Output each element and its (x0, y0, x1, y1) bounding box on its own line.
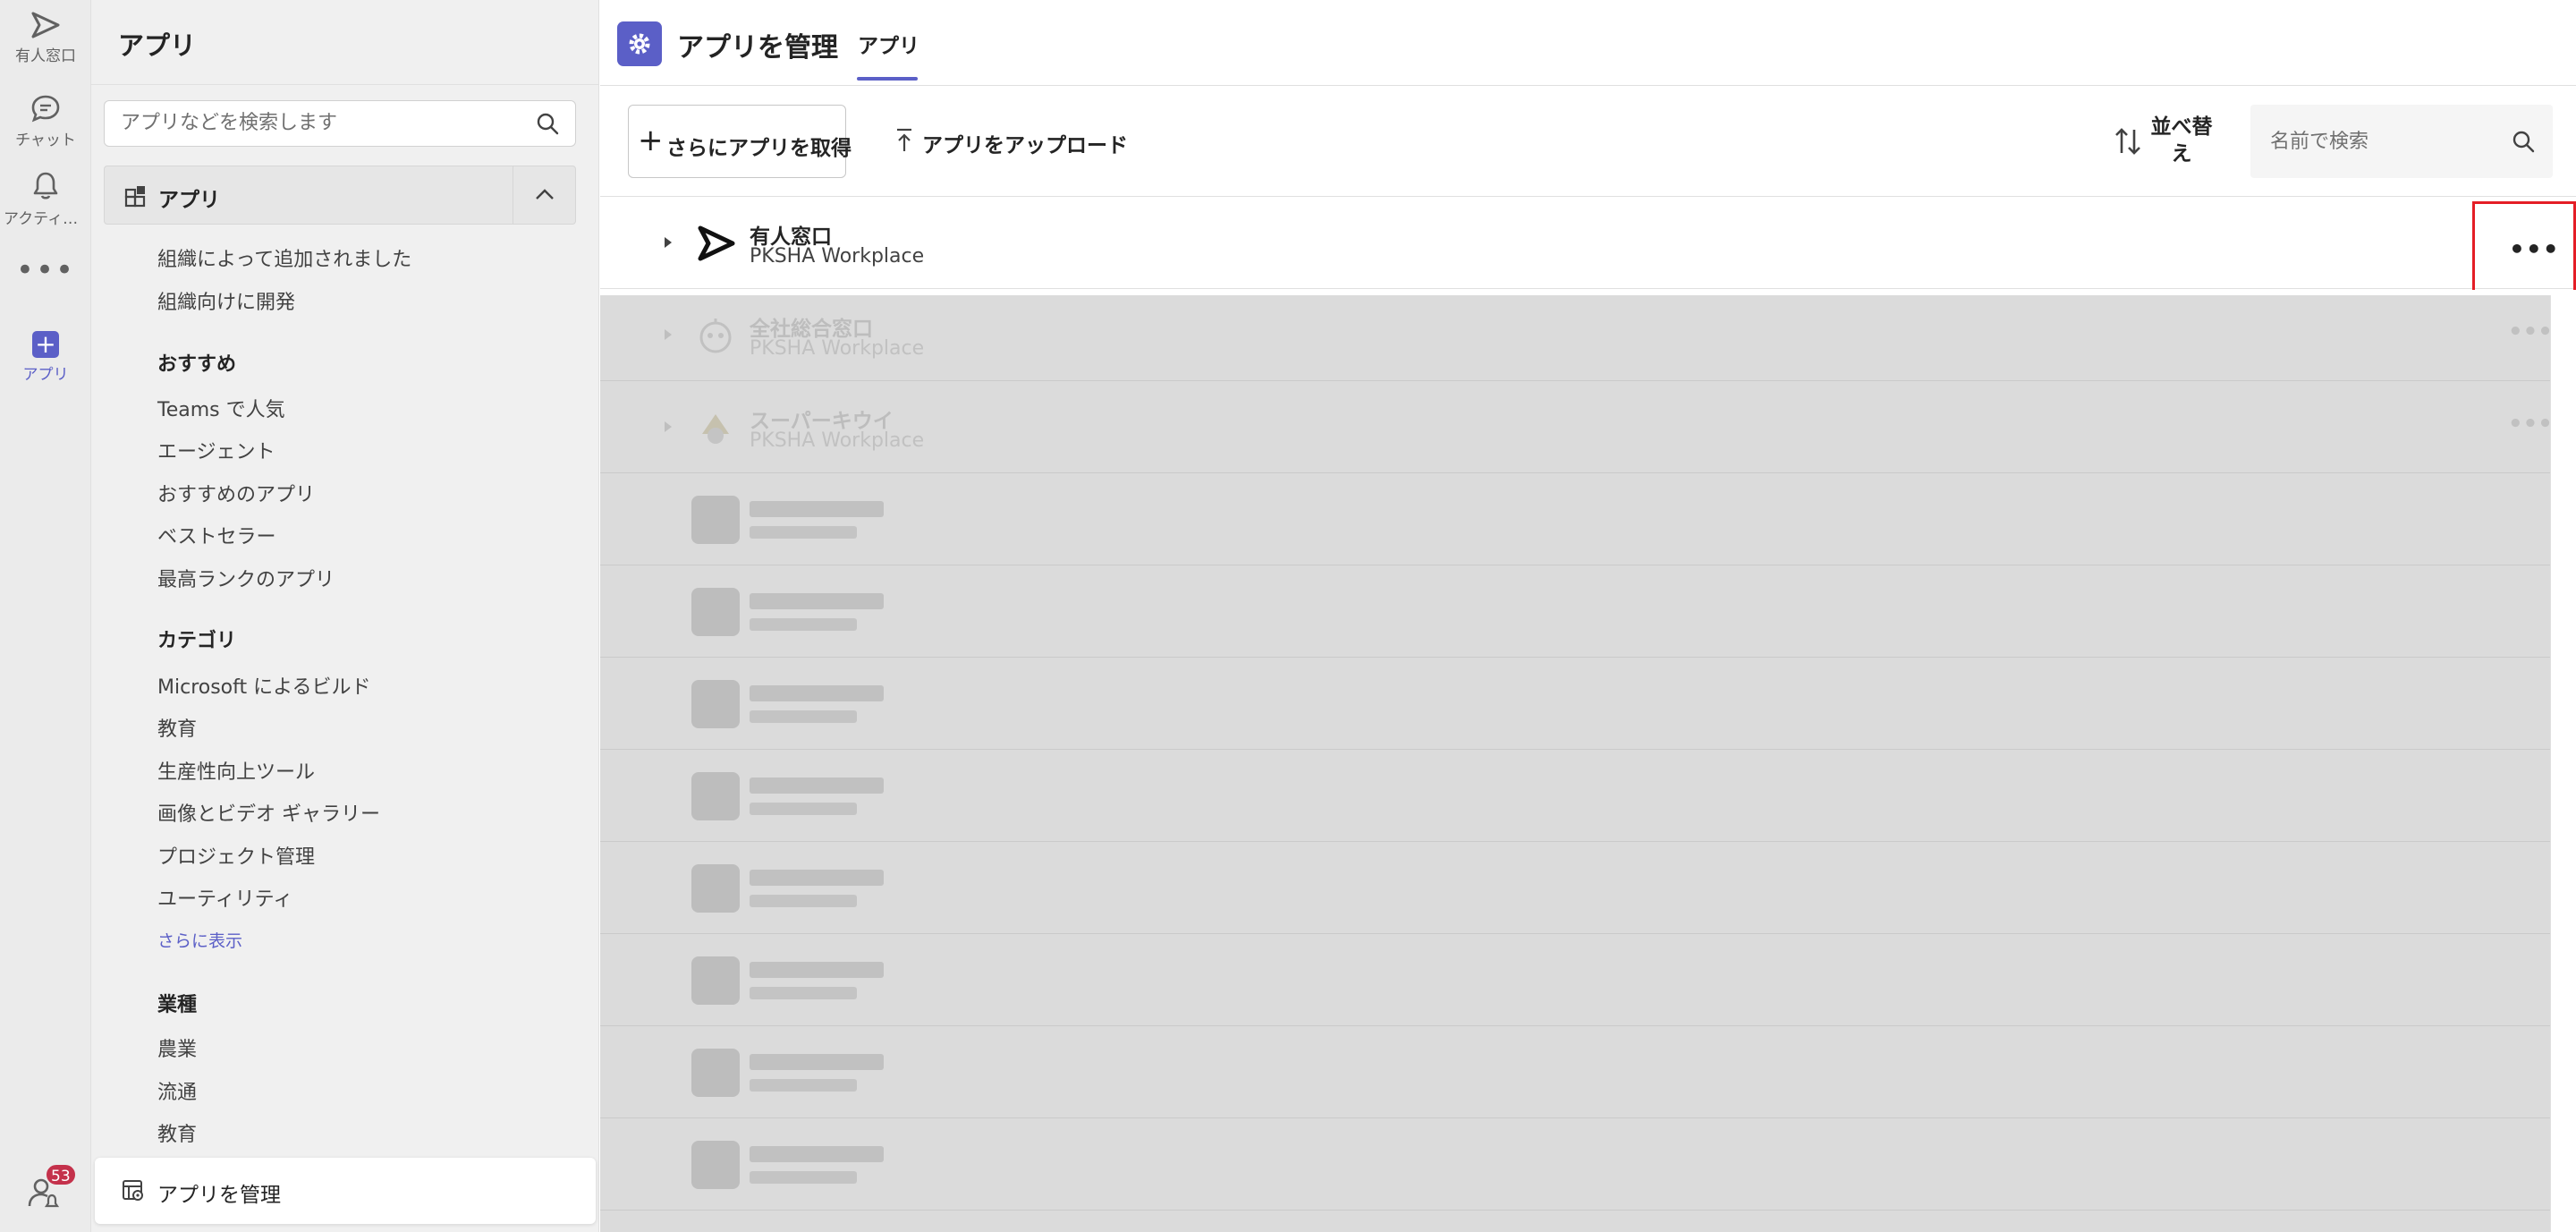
rail-item-yujin-madoguchi[interactable]: 有人窓口 (0, 11, 91, 65)
page-header: アプリを管理 アプリ (600, 0, 2576, 86)
sidebar-item-utilities[interactable]: ユーティリティ (157, 883, 292, 912)
sidebar-item-built-by-microsoft[interactable]: Microsoft によるビルド (157, 671, 370, 700)
rail-item-apps[interactable]: + アプリ (0, 331, 91, 384)
rail-item-label: 有人窓口 (15, 47, 76, 65)
sidebar-item-education-industry[interactable]: 教育 (157, 1118, 197, 1147)
chevron-up-icon (536, 189, 554, 200)
manage-apps-icon (123, 1180, 143, 1201)
sidebar-search[interactable] (104, 100, 576, 147)
rail-item-label: アクティビ… (4, 210, 91, 228)
sort-label-line1: 並べ替 (2150, 115, 2213, 139)
sidebar-item-distribution[interactable]: 流通 (157, 1076, 197, 1105)
sidebar-title: アプリ (118, 30, 197, 61)
sidebar-item-image-video[interactable]: 画像とビデオ ギャラリー (157, 798, 380, 827)
more-apps-icon[interactable]: ••• (0, 252, 91, 288)
apps-sidebar: アプリ アプリ 組織によって追加されました 組織向けに開発 おすすめ Teams… (91, 0, 599, 1232)
apps-section-header[interactable]: アプリ (104, 166, 576, 225)
sidebar-item-built-for-org[interactable]: 組織向けに開発 (157, 286, 295, 315)
featured-heading: おすすめ (157, 353, 237, 376)
notification-badge: 53 (45, 1163, 77, 1186)
send-icon (698, 225, 735, 261)
search-icon[interactable] (536, 112, 559, 135)
send-icon (31, 12, 60, 38)
bell-icon (33, 172, 58, 200)
page-title: アプリを管理 (677, 32, 838, 64)
search-icon[interactable] (2512, 130, 2535, 153)
section-label: アプリ (158, 189, 220, 212)
sidebar-item-education[interactable]: 教育 (157, 713, 197, 742)
name-search-input[interactable] (2250, 105, 2492, 178)
dim-overlay (600, 295, 2550, 1232)
sidebar-item-recommended[interactable]: おすすめのアプリ (157, 479, 315, 507)
sidebar-item-agriculture[interactable]: 農業 (157, 1033, 197, 1062)
caret-right-icon[interactable] (663, 235, 674, 250)
collapse-button[interactable] (513, 166, 575, 224)
app-rail: 有人窓口 チャット アクティビ… ••• + アプリ 53 (0, 0, 91, 1232)
sort-button[interactable]: 並べ替 え (2114, 114, 2221, 171)
app-publisher: PKSHA Workplace (750, 245, 925, 268)
show-more-link[interactable]: さらに表示 (157, 928, 242, 952)
apps-grid-icon (124, 186, 146, 208)
sort-label-line2: え (2171, 142, 2192, 166)
sort-label: 並べ替 え (2149, 114, 2214, 167)
manage-apps-button[interactable]: アプリを管理 (95, 1158, 596, 1224)
rail-item-label: チャット (15, 132, 76, 149)
sidebar-item-popular-in-teams[interactable]: Teams で人気 (157, 394, 285, 422)
rail-item-activity[interactable]: アクティビ… (0, 170, 91, 228)
tab-apps[interactable]: アプリ (858, 29, 919, 59)
upload-icon (897, 128, 911, 151)
divider (91, 84, 599, 85)
industries-heading: 業種 (157, 994, 198, 1016)
more-options-icon: ••• (2509, 234, 2560, 264)
plus-icon: + (638, 123, 664, 158)
sidebar-item-added-by-org[interactable]: 組織によって追加されました (157, 243, 411, 272)
plus-icon: + (32, 331, 59, 358)
name-search[interactable] (2250, 105, 2553, 178)
categories-heading: カテゴリ (157, 630, 237, 652)
sidebar-item-bestsellers[interactable]: ベストセラー (157, 521, 275, 549)
sidebar-item-top-rated[interactable]: 最高ランクのアプリ (157, 564, 335, 592)
toolbar: + さらにアプリを取得 アプリをアップロード 並べ替 え (600, 87, 2576, 197)
scroll-gutter (2550, 295, 2576, 1232)
gear-icon (617, 21, 662, 66)
sort-icon (2115, 128, 2140, 155)
rail-item-label: アプリ (22, 366, 69, 384)
sidebar-item-project-management[interactable]: プロジェクト管理 (157, 841, 315, 870)
sidebar-item-agents[interactable]: エージェント (157, 436, 275, 464)
upload-app-label: アプリをアップロード (922, 134, 1128, 157)
get-more-apps-button[interactable]: + さらにアプリを取得 (628, 105, 852, 178)
manage-apps-label: アプリを管理 (157, 1184, 281, 1207)
rail-item-chat[interactable]: チャット (0, 93, 91, 149)
get-more-apps-label: さらにアプリを取得 (666, 137, 852, 160)
tab-underline (857, 77, 918, 81)
sidebar-search-input[interactable] (105, 101, 516, 144)
sidebar-item-productivity[interactable]: 生産性向上ツール (157, 756, 315, 785)
more-options-button[interactable]: ••• (2472, 201, 2576, 294)
app-row[interactable]: 有人窓口 PKSHA Workplace ••• (600, 198, 2576, 294)
presence-button[interactable]: 53 (0, 1163, 91, 1217)
chat-icon (31, 95, 60, 123)
